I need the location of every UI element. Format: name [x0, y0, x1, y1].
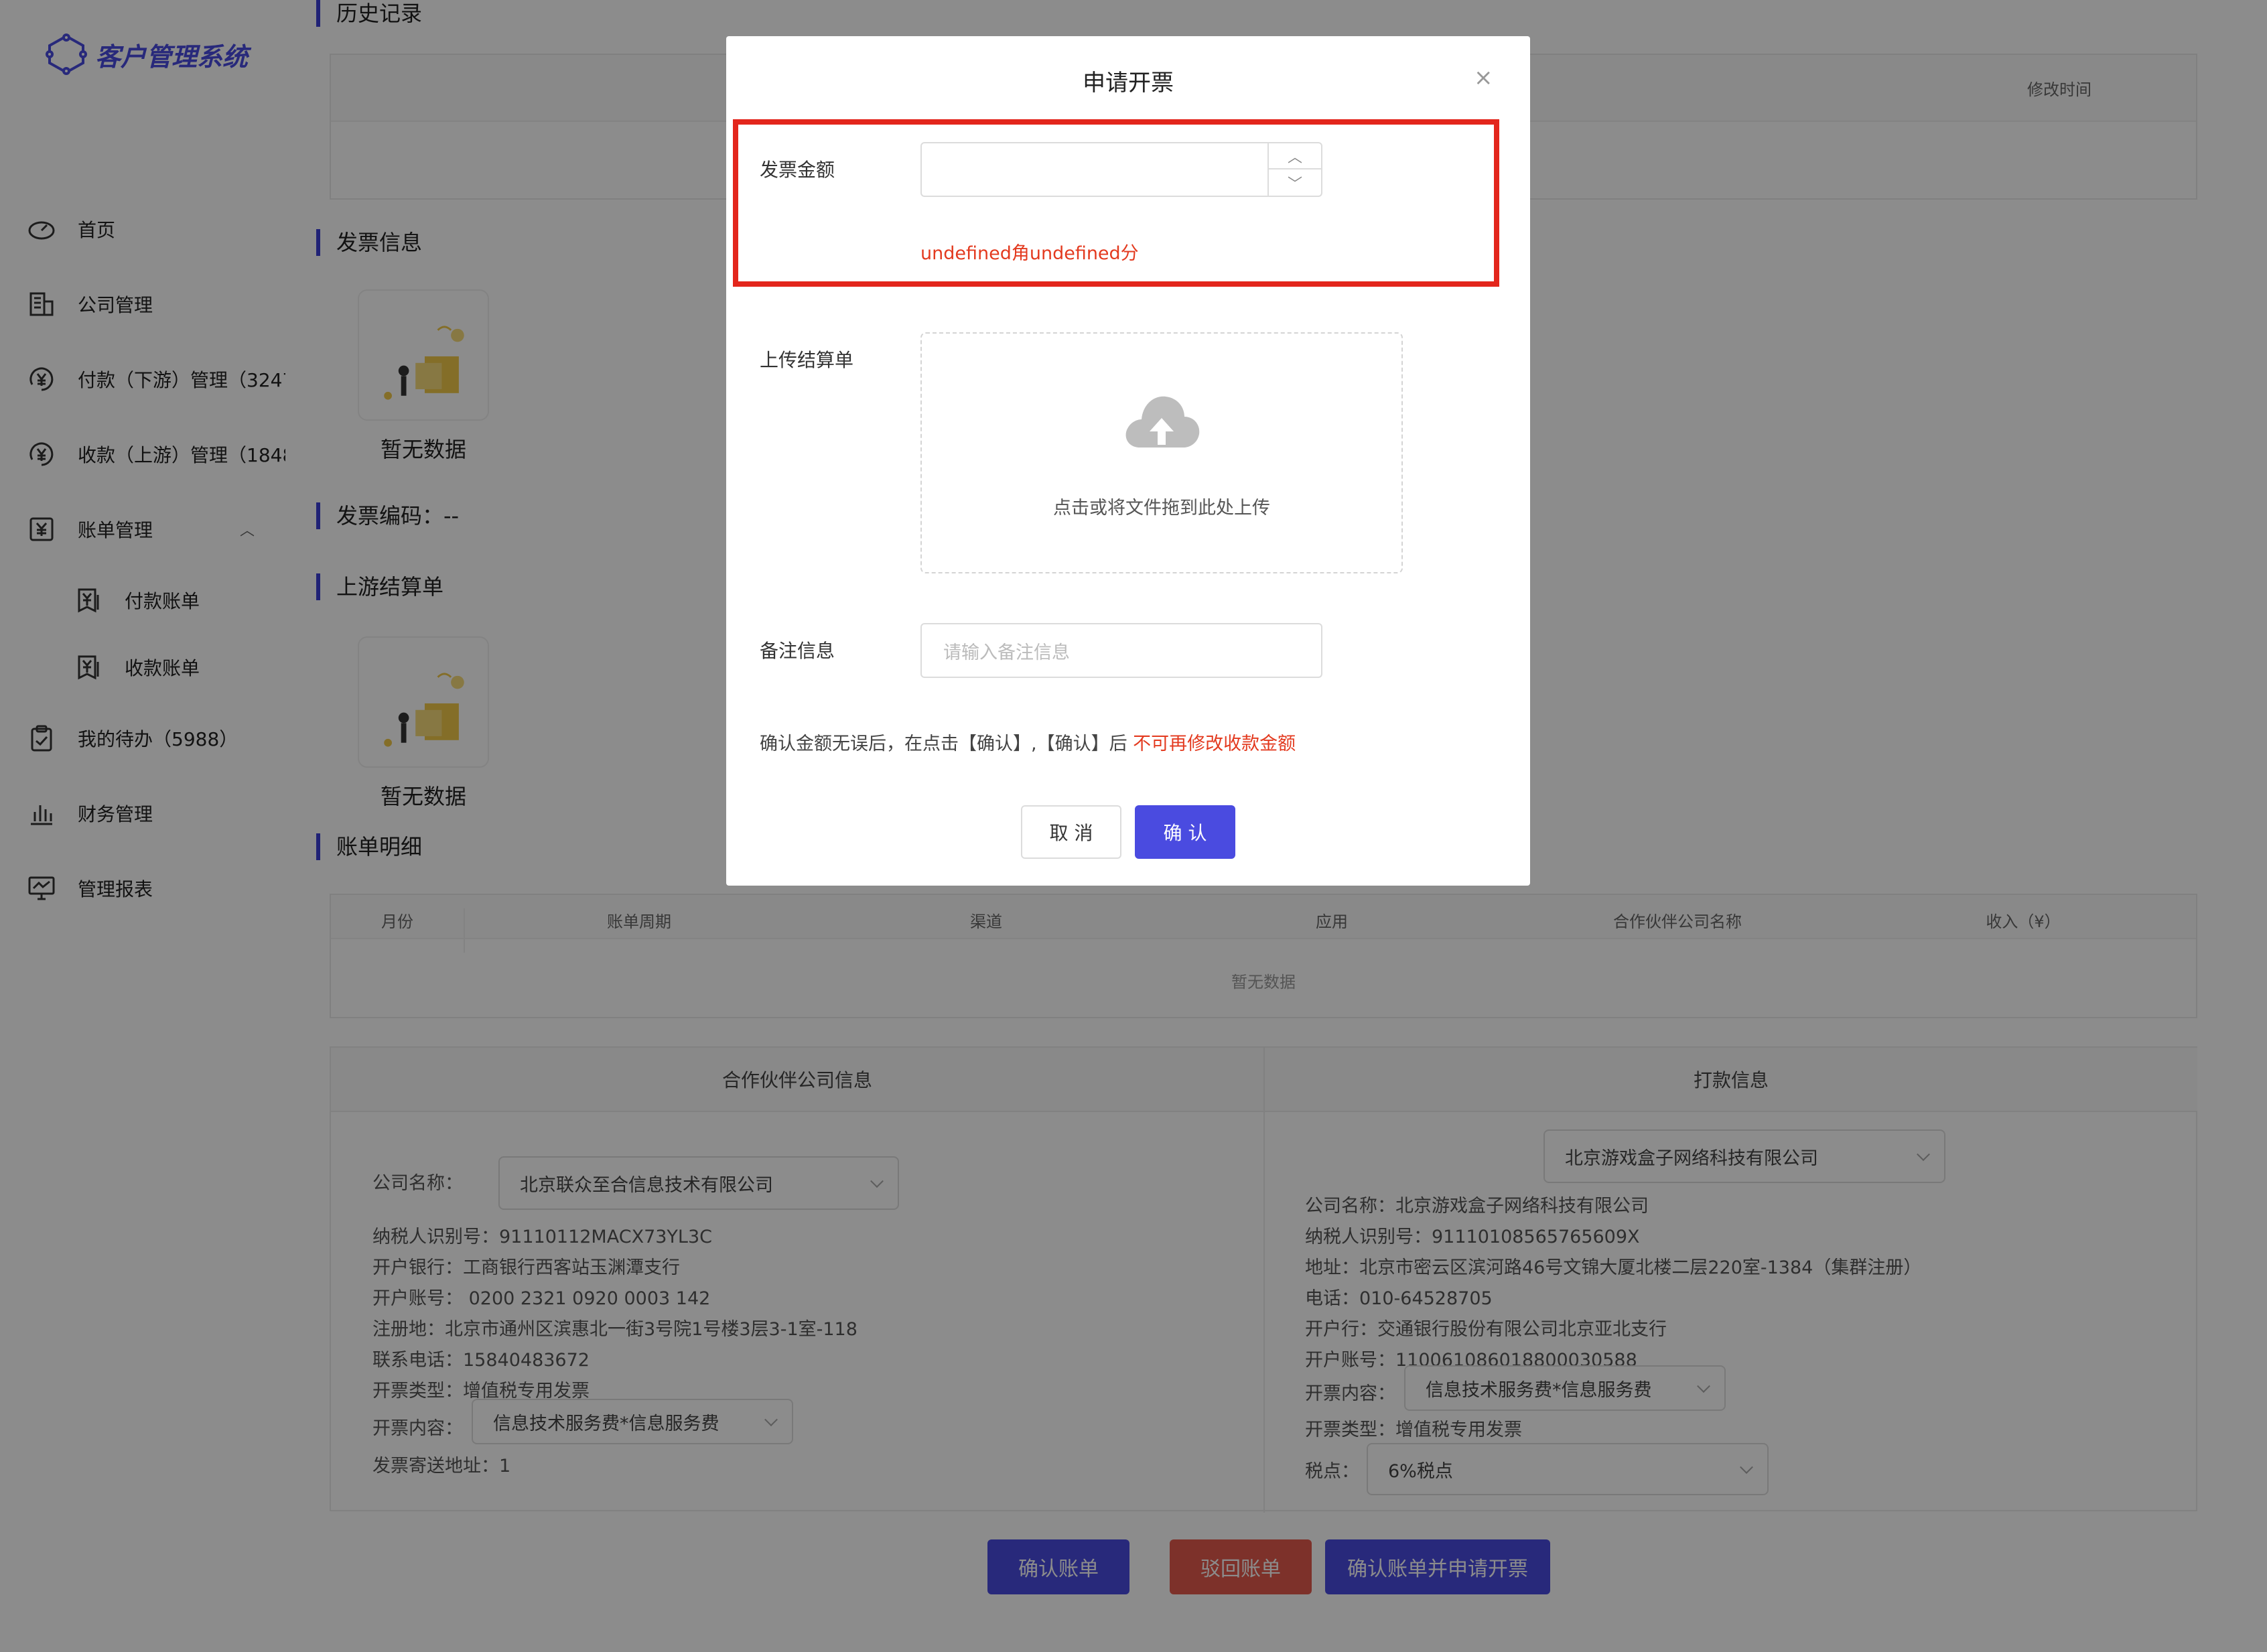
remark-input[interactable]: 请输入备注信息	[920, 623, 1322, 678]
upload-hint: 点击或将文件拖到此处上传	[1053, 498, 1270, 519]
invoice-amount-input[interactable]: ︿ ﹀	[920, 142, 1322, 197]
upload-label: 上传结算单	[760, 349, 854, 371]
upload-dropzone[interactable]: 点击或将文件拖到此处上传	[920, 332, 1403, 573]
stepper-down-icon[interactable]: ﹀	[1269, 169, 1321, 196]
amount-error-text: undefined角undefined分	[920, 243, 1139, 264]
remark-placeholder: 请输入备注信息	[943, 642, 1070, 663]
apply-invoice-modal: 申请开票 × 发票金额 ︿ ﹀ undefined角undefined分 上传结…	[726, 36, 1530, 886]
confirm-note: 确认金额无误后，在点击【确认】,【确认】后 不可再修改收款金额	[760, 729, 1296, 755]
app-root: 客户管理系统 首页 公司管理 付款（下游）管理（3247 收款（上游）管理（18…	[0, 0, 2267, 1652]
cloud-upload-icon	[1125, 396, 1200, 448]
stepper-up-icon[interactable]: ︿	[1269, 143, 1321, 169]
cancel-button[interactable]: 取 消	[1021, 805, 1121, 859]
ok-button[interactable]: 确 认	[1135, 805, 1235, 859]
modal-title: 申请开票	[1083, 70, 1174, 96]
confirm-note-text: 确认金额无误后，在点击【确认】,【确认】后	[760, 734, 1134, 754]
amount-stepper: ︿ ﹀	[1267, 143, 1321, 196]
amount-label: 发票金额	[760, 159, 835, 181]
close-icon[interactable]: ×	[1474, 64, 1493, 91]
confirm-note-warning: 不可再修改收款金额	[1133, 734, 1296, 754]
remark-label: 备注信息	[760, 640, 835, 662]
